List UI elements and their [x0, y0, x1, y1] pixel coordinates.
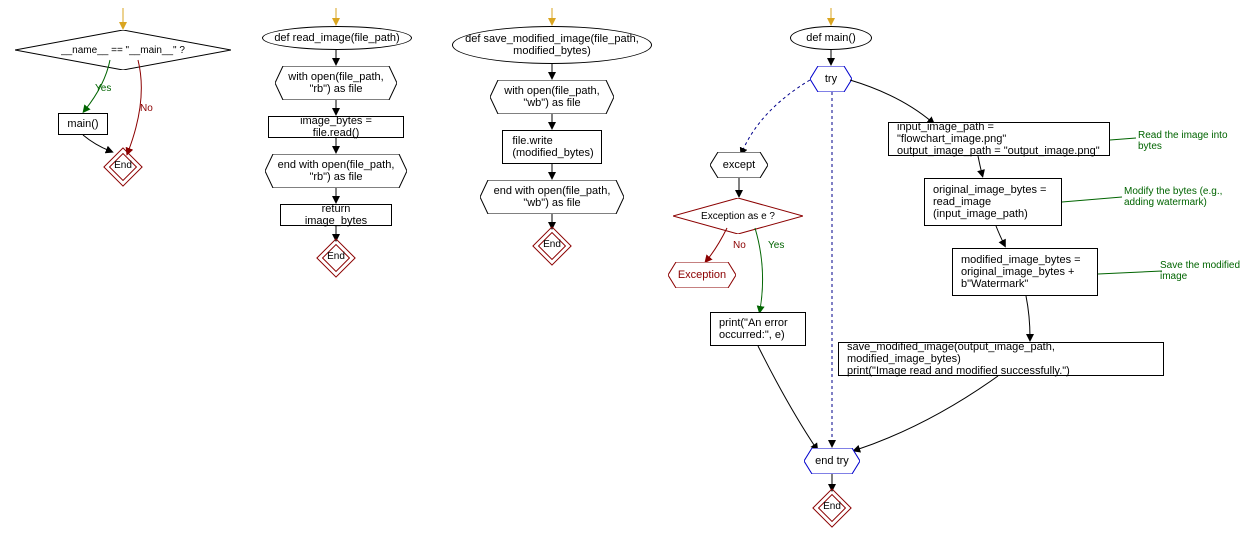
except-block: except — [710, 152, 768, 178]
except-text: except — [723, 159, 755, 171]
main-call-text: main() — [67, 118, 98, 130]
comment-modify: Modify the bytes (e.g., adding watermark… — [1124, 186, 1244, 208]
read-call-box: original_image_bytes = read_image (input… — [924, 178, 1062, 226]
return-box: return image_bytes — [280, 204, 392, 226]
end-text: End — [325, 251, 347, 262]
end-text: End — [112, 160, 134, 171]
return-text: return image_bytes — [289, 203, 383, 227]
print-error-text: print("An error occurred:", e) — [719, 317, 797, 341]
write-box: file.write (modified_bytes) — [502, 130, 602, 164]
end-marker-2: End — [322, 244, 350, 272]
comment-read: Read the image into bytes — [1138, 130, 1248, 152]
comment-line — [1110, 136, 1140, 149]
comment-line — [1098, 270, 1162, 283]
modify-text: modified_image_bytes = original_image_by… — [961, 254, 1089, 290]
with-text: with open(file_path, "rb") as file — [283, 71, 389, 95]
end-with-wb: end with open(file_path, "wb") as file — [480, 180, 624, 214]
yes-label: Yes — [95, 83, 111, 94]
print-error-box: print("An error occurred:", e) — [710, 312, 806, 346]
comment-save: Save the modified image — [1160, 260, 1250, 282]
flowchart-canvas: __name__ == "__main__" ? Yes No main() E… — [0, 0, 1250, 558]
arrow-save-endtry — [848, 376, 1008, 461]
def-text: def read_image(file_path) — [274, 32, 399, 44]
end-text: End — [541, 239, 563, 250]
end-with-text: end with open(file_path, "wb") as file — [488, 185, 616, 209]
write-text: file.write (modified_bytes) — [512, 135, 593, 159]
read-text: image_bytes = file.read() — [277, 115, 395, 139]
with-text: with open(file_path, "wb") as file — [498, 85, 606, 109]
end-try-block: end try — [804, 448, 860, 474]
no-label: No — [140, 103, 153, 114]
read-call-text: original_image_bytes = read_image (input… — [933, 184, 1053, 220]
arrow — [1018, 296, 1038, 347]
arrow-printerr-endtry — [758, 346, 828, 459]
def-save-modified: def save_modified_image(file_path, modif… — [452, 26, 652, 64]
end-with-rb: end with open(file_path, "rb") as file — [265, 154, 407, 188]
save-print-box: save_modified_image(output_image_path, m… — [838, 342, 1164, 376]
end-text: End — [821, 501, 843, 512]
def-text: def save_modified_image(file_path, modif… — [461, 33, 643, 57]
comment-line — [1062, 195, 1126, 208]
yes-label: Yes — [768, 240, 784, 251]
end-with-text: end with open(file_path, "rb") as file — [273, 159, 399, 183]
def-main: def main() — [790, 26, 872, 50]
arrow-try-endtry — [827, 92, 837, 455]
main-call-box: main() — [58, 113, 108, 135]
paths-text: input_image_path = "flowchart_image.png"… — [897, 121, 1101, 157]
try-text: try — [825, 73, 837, 85]
no-label: No — [733, 240, 746, 251]
exception-raise: Exception — [668, 262, 736, 288]
def-main-text: def main() — [806, 32, 856, 44]
with-open-wb: with open(file_path, "wb") as file — [490, 80, 614, 114]
exc-cond-text: Exception as e ? — [701, 211, 775, 222]
save-print-text: save_modified_image(output_image_path, m… — [847, 341, 1155, 377]
end-marker-1: End — [109, 153, 137, 181]
condition-text: __name__ == "__main__" ? — [61, 45, 185, 56]
end-try-text: end try — [815, 455, 849, 467]
def-read-image: def read_image(file_path) — [262, 26, 412, 50]
end-marker-3: End — [538, 232, 566, 260]
read-bytes-box: image_bytes = file.read() — [268, 116, 404, 138]
exc-raise-text: Exception — [678, 269, 726, 281]
arrow-try-except — [730, 80, 820, 163]
paths-box: input_image_path = "flowchart_image.png"… — [888, 122, 1110, 156]
modify-box: modified_image_bytes = original_image_by… — [952, 248, 1098, 296]
with-open-rb: with open(file_path, "rb") as file — [275, 66, 397, 100]
end-marker-4: End — [818, 494, 846, 522]
